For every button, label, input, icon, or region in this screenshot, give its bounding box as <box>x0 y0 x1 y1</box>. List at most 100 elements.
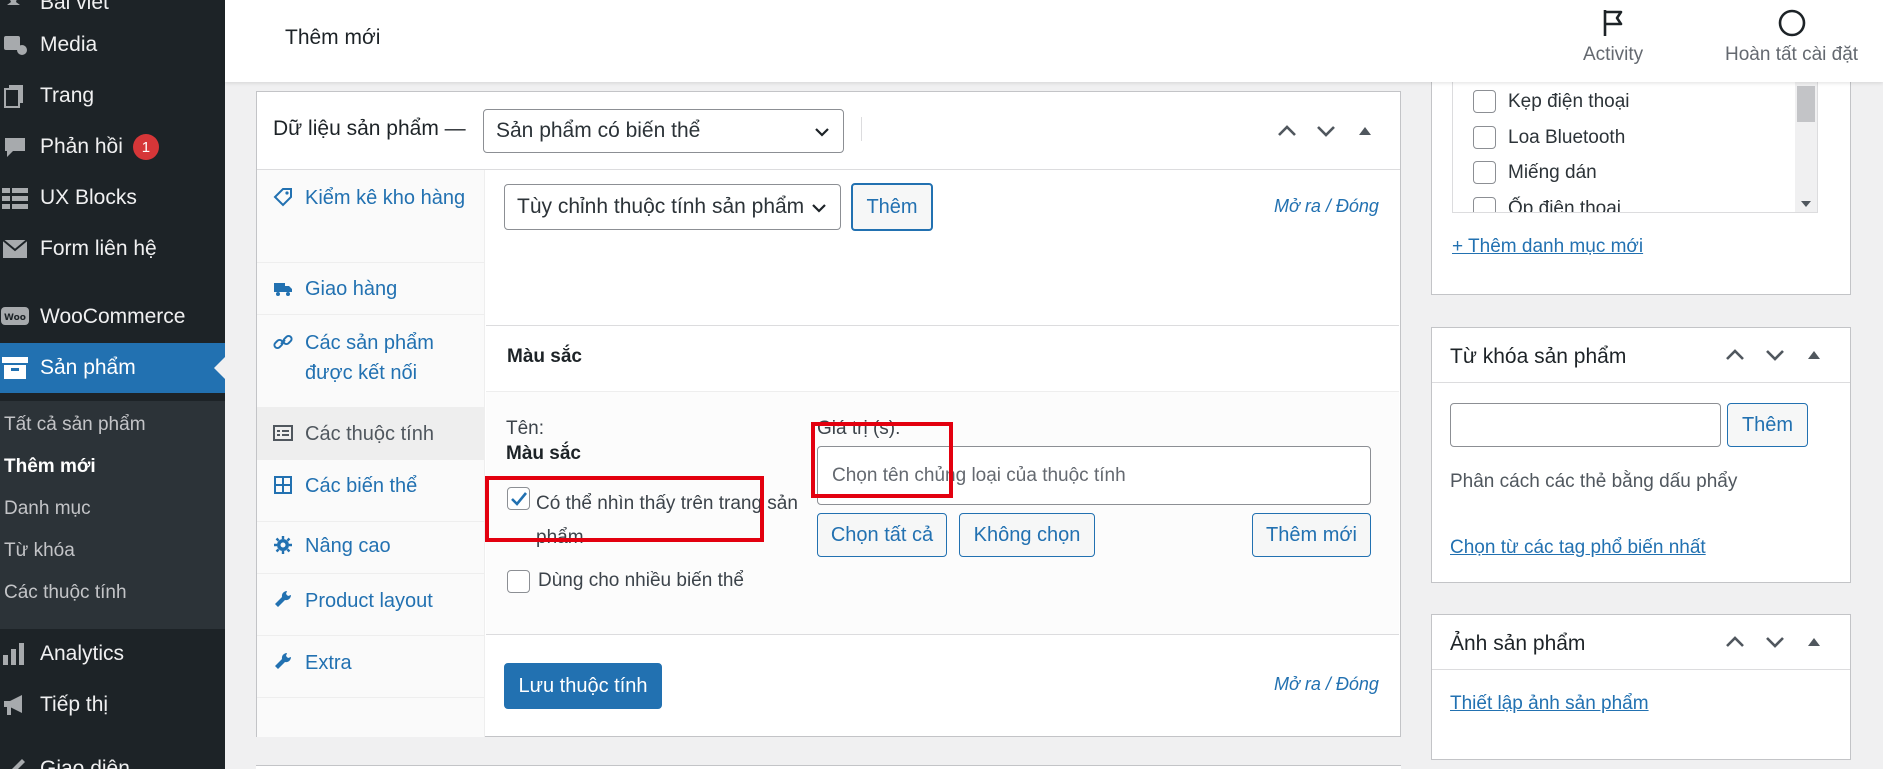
chevron-down-icon[interactable] <box>1764 631 1786 653</box>
custom-attribute-value: Tùy chỉnh thuộc tính sản phẩm <box>517 195 805 218</box>
chevron-up-icon[interactable] <box>1724 344 1746 366</box>
sidebar-item-label: Form liên hệ <box>40 237 157 260</box>
pages-icon <box>0 82 30 110</box>
sidebar-item-label: Sản phẩm <box>40 356 136 379</box>
expand-close-link[interactable]: Mở ra / Đóng <box>1274 196 1379 217</box>
submenu-categories[interactable]: Danh mục <box>4 498 91 520</box>
add-new-category-link[interactable]: + Thêm danh mục mới <box>1452 236 1643 258</box>
product-image-box: Ảnh sản phẩm Thiết lập ảnh sản phẩm <box>1431 614 1851 760</box>
attribute-item-header[interactable]: Màu sắc <box>486 326 1399 392</box>
popular-tags-link[interactable]: Chọn từ các tag phổ biến nhất <box>1450 537 1706 559</box>
tag-input[interactable] <box>1450 403 1721 447</box>
expand-close-link-bottom[interactable]: Mở ra / Đóng <box>1274 674 1379 695</box>
page-title: Thêm mới <box>285 26 381 49</box>
category-checkbox[interactable] <box>1473 90 1496 113</box>
sidebar-item-ux-blocks[interactable]: UX Blocks <box>0 173 225 223</box>
move-up-button[interactable] <box>1272 116 1302 146</box>
attribute-values-input[interactable]: Chọn tên chủng loại của thuộc tính <box>817 446 1371 505</box>
category-checkbox[interactable] <box>1473 126 1496 149</box>
triangle-up-icon[interactable] <box>1806 347 1822 363</box>
select-all-button[interactable]: Chọn tất cả <box>817 513 947 557</box>
sidebar-item-contact-form[interactable]: Form liên hệ <box>0 224 225 274</box>
sidebar-item-marketing[interactable]: Tiếp thị <box>0 680 225 730</box>
chevron-down-icon[interactable] <box>1764 344 1786 366</box>
tab-label: Các sản phẩm được kết nối <box>305 332 434 384</box>
category-item[interactable]: Loa Bluetooth <box>1473 126 1625 149</box>
tab-shipping[interactable]: Giao hàng <box>257 263 485 315</box>
attribute-heading: Màu sắc <box>507 346 582 367</box>
comments-count-badge: 1 <box>132 134 159 160</box>
sidebar-item-label: Bài viết <box>40 0 109 14</box>
visible-on-product-page-checkbox[interactable] <box>507 487 530 510</box>
submenu-tags[interactable]: Từ khóa <box>4 540 75 562</box>
select-none-button[interactable]: Không chọn <box>959 513 1095 557</box>
sidebar-item-label: Analytics <box>40 642 125 665</box>
sidebar-item-woocommerce[interactable]: Woo WooCommerce <box>0 292 225 342</box>
tab-extra[interactable]: Extra <box>257 636 485 698</box>
sidebar-item-appearance[interactable]: Giao diện <box>0 744 225 769</box>
sidebar-item-label: Phản hồi <box>40 135 123 158</box>
top-header-bar: Thêm mới Activity Hoàn tất cài đặt <box>225 0 1883 82</box>
scroll-down-icon[interactable] <box>1800 200 1812 208</box>
product-type-value: Sản phẩm có biến thể <box>496 119 701 142</box>
tab-attributes[interactable]: Các thuộc tính <box>257 408 485 460</box>
progress-circle-icon <box>1778 9 1805 37</box>
scrollbar-thumb[interactable] <box>1797 86 1815 122</box>
link-icon <box>273 334 293 350</box>
add-new-value-button[interactable]: Thêm mới <box>1252 513 1371 557</box>
custom-attribute-select[interactable]: Tùy chỉnh thuộc tính sản phẩm <box>504 184 841 230</box>
product-image-header: Ảnh sản phẩm <box>1432 615 1850 670</box>
activity-button[interactable]: Activity <box>1583 8 1643 66</box>
product-data-title: Dữ liệu sản phẩm — <box>273 117 466 140</box>
toggle-panel-button[interactable] <box>1350 116 1380 146</box>
flag-icon <box>1603 10 1623 36</box>
tab-advanced[interactable]: Nâng cao <box>257 522 485 574</box>
sidebar-item-analytics[interactable]: Analytics <box>0 629 225 679</box>
product-tags-header: Từ khóa sản phẩm <box>1432 328 1850 383</box>
sidebar-item-media[interactable]: Media <box>0 20 225 70</box>
product-data-tabs: Kiểm kê kho hàng Giao hàng Các sản phẩm … <box>257 170 485 737</box>
product-image-title: Ảnh sản phẩm <box>1450 632 1586 655</box>
pin-icon <box>0 0 30 17</box>
tab-label: Product layout <box>305 590 433 612</box>
attribute-name-label: Tên: <box>506 418 545 439</box>
tab-inventory[interactable]: Kiểm kê kho hàng <box>257 170 485 263</box>
submenu-attributes[interactable]: Các thuộc tính <box>4 582 127 604</box>
tab-label: Các thuộc tính <box>305 423 434 445</box>
tab-variations[interactable]: Các biến thể <box>257 460 485 522</box>
used-for-variations-checkbox[interactable] <box>507 570 530 593</box>
media-icon <box>0 31 30 59</box>
chart-icon <box>0 640 30 668</box>
product-type-select[interactable]: Sản phẩm có biến thể <box>483 109 844 153</box>
sidebar-item-pages[interactable]: Trang <box>0 71 225 121</box>
svg-text:Woo: Woo <box>4 313 26 323</box>
sidebar-item-label: WooCommerce <box>40 305 186 328</box>
move-down-button[interactable] <box>1311 116 1341 146</box>
category-checkbox[interactable] <box>1473 197 1496 212</box>
submenu-add-new[interactable]: Thêm mới <box>4 456 96 478</box>
category-item[interactable]: Kẹp điện thoại <box>1473 90 1630 113</box>
mail-icon <box>0 235 30 263</box>
sidebar-item-products[interactable]: Sản phẩm <box>0 343 225 393</box>
category-item[interactable]: Miếng dán <box>1473 161 1597 184</box>
finish-setup-button[interactable]: Hoàn tất cài đặt <box>1725 8 1858 66</box>
wrench-icon <box>275 590 292 607</box>
submenu-all-products[interactable]: Tất cả sản phẩm <box>4 414 146 436</box>
save-attributes-button[interactable]: Lưu thuộc tính <box>504 663 662 709</box>
triangle-up-icon[interactable] <box>1806 634 1822 650</box>
products-submenu: Tất cả sản phẩm Thêm mới Danh mục Từ khó… <box>0 401 225 629</box>
add-tag-button[interactable]: Thêm <box>1727 403 1808 447</box>
set-product-image-link[interactable]: Thiết lập ảnh sản phẩm <box>1450 693 1649 715</box>
sidebar-item-comments[interactable]: Phản hồi 1 <box>0 122 225 172</box>
categories-list: Kẹp điện thoại Loa Bluetooth Miếng dán Ố… <box>1452 76 1818 213</box>
chevron-up-icon[interactable] <box>1724 631 1746 653</box>
tab-linked-products[interactable]: Các sản phẩm được kết nối <box>257 315 485 408</box>
category-item[interactable]: Ốp điện thoại <box>1473 197 1621 212</box>
attribute-values-label: Giá trị (s): <box>817 418 901 439</box>
tab-product-layout[interactable]: Product layout <box>257 574 485 636</box>
visible-on-product-page-label: Có thể nhìn thấy trên trang sản phẩm <box>536 493 798 548</box>
add-attribute-button[interactable]: Thêm <box>851 183 933 231</box>
category-checkbox[interactable] <box>1473 161 1496 184</box>
categories-scrollbar[interactable] <box>1795 76 1817 212</box>
chevron-up-icon <box>1278 125 1296 136</box>
